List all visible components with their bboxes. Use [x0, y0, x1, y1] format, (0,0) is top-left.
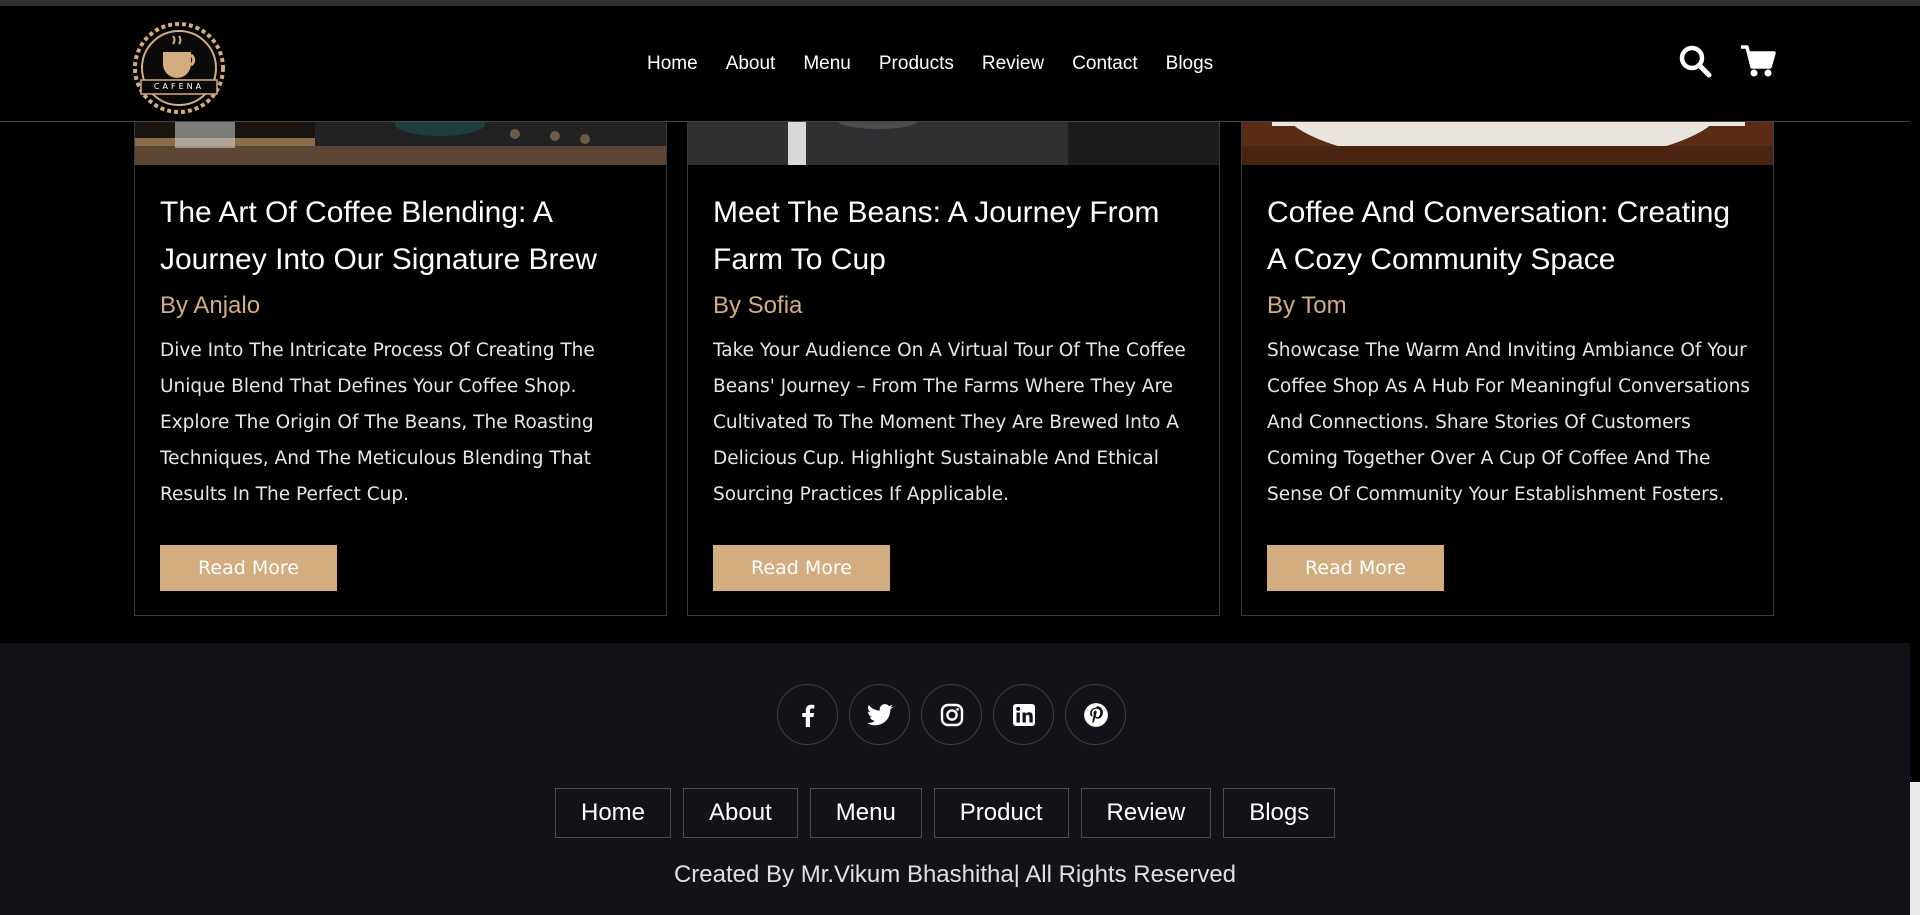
site-footer: Home About Menu Product Review Blogs Cre… — [0, 643, 1910, 915]
twitter-icon[interactable] — [849, 684, 910, 745]
read-more-button[interactable]: Read More — [1267, 545, 1444, 591]
blog-text: Take Your Audience On A Virtual Tour Of … — [713, 340, 1186, 505]
blog-text: Dive Into The Intricate Process Of Creat… — [160, 340, 595, 505]
page-scrollbar-thumb[interactable] — [1910, 782, 1920, 915]
nav-contact[interactable]: Contact — [1072, 53, 1137, 75]
blog-title: The Art Of Coffee Blending: A Journey In… — [160, 196, 597, 276]
read-more-button[interactable]: Read More — [713, 545, 890, 591]
footer-credit: Created By Mr.Vikum Bhashitha| All Right… — [673, 861, 1237, 888]
instagram-icon[interactable] — [921, 684, 982, 745]
main-nav: Home About Menu Products Review Contact … — [647, 6, 1241, 121]
nav-review[interactable]: Review — [982, 53, 1044, 75]
blog-text: Showcase The Warm And Inviting Ambiance … — [1267, 340, 1751, 505]
nav-about[interactable]: About — [726, 53, 776, 75]
footer-link-blogs[interactable]: Blogs — [1223, 788, 1336, 838]
header-icons — [1678, 44, 1776, 82]
cafena-logo[interactable]: CAFENA — [133, 22, 225, 114]
footer-links: Home About Menu Product Review Blogs — [555, 788, 1336, 838]
footer-link-review[interactable]: Review — [1080, 788, 1212, 838]
linkedin-icon[interactable] — [993, 684, 1054, 745]
blog-author: By Anjalo — [160, 292, 261, 319]
cart-icon[interactable] — [1740, 44, 1776, 82]
blog-author: By Tom — [1267, 292, 1347, 319]
logo-text: CAFENA — [153, 82, 205, 91]
search-icon[interactable] — [1678, 44, 1712, 82]
nav-blogs[interactable]: Blogs — [1166, 53, 1214, 75]
footer-link-menu[interactable]: Menu — [809, 788, 922, 838]
nav-products[interactable]: Products — [879, 53, 954, 75]
footer-link-product[interactable]: Product — [933, 788, 1069, 838]
site-header: CAFENA Home About Menu Products Review C… — [0, 6, 1910, 122]
footer-link-home[interactable]: Home — [555, 788, 672, 838]
nav-menu[interactable]: Menu — [803, 53, 851, 75]
blog-title: Coffee And Conversation: Creating A Cozy… — [1267, 196, 1731, 276]
nav-home[interactable]: Home — [647, 53, 698, 75]
pinterest-icon[interactable] — [1065, 684, 1126, 745]
read-more-button[interactable]: Read More — [160, 545, 337, 591]
footer-link-about[interactable]: About — [683, 788, 798, 838]
blog-author: By Sofia — [713, 292, 803, 319]
social-links — [777, 684, 1126, 745]
facebook-icon[interactable] — [777, 684, 838, 745]
blog-title: Meet The Beans: A Journey From Farm To C… — [713, 196, 1160, 276]
